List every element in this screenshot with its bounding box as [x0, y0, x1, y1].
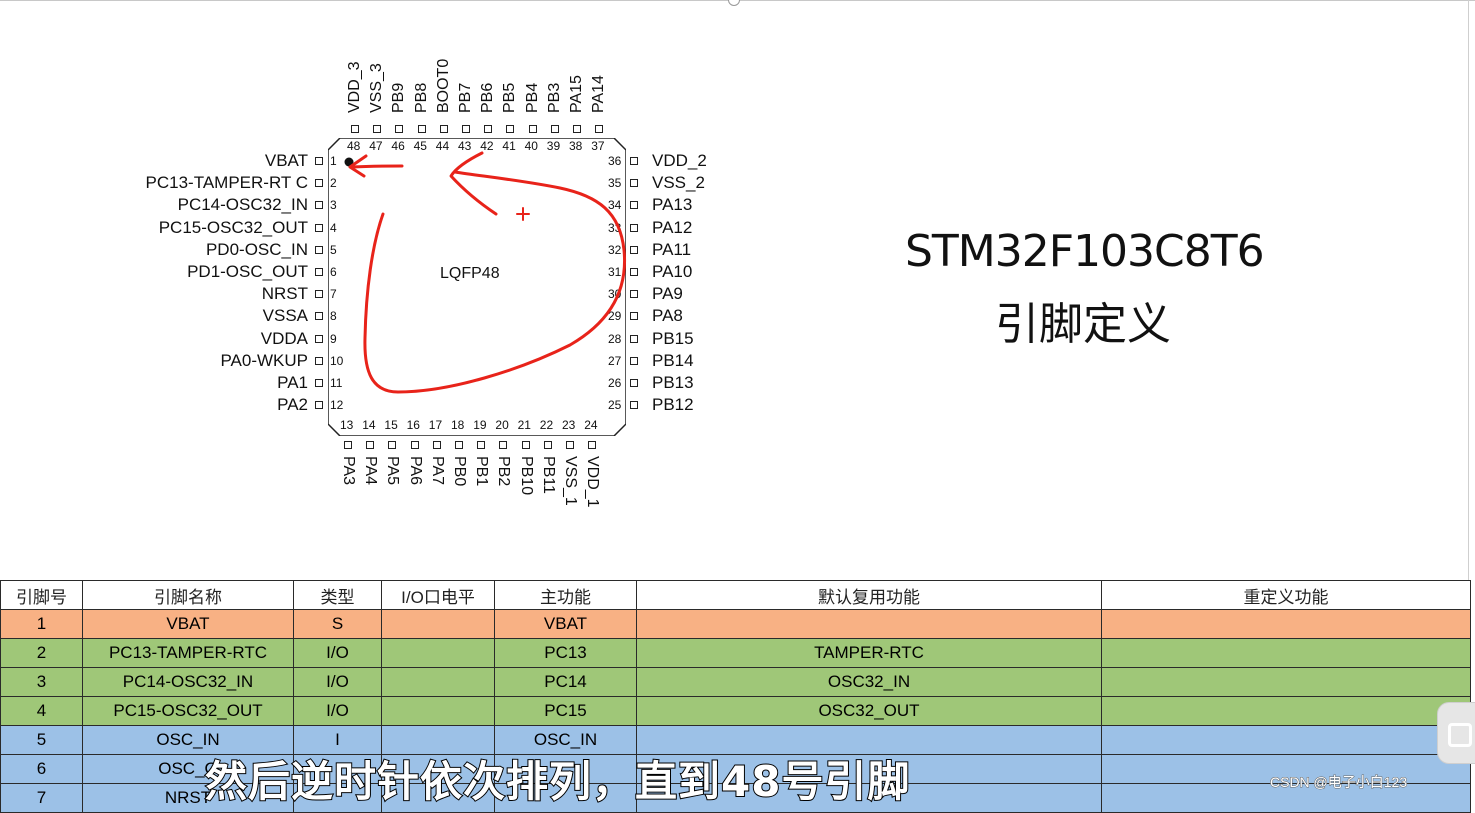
table-cell: 4 — [0, 696, 83, 726]
counterclockwise-loop — [363, 170, 627, 394]
table-cell: 3 — [0, 667, 83, 697]
table-header-cell: 引脚名称 — [82, 580, 294, 610]
table-cell: PC13-TAMPER-RTC — [82, 638, 294, 668]
table-cell: TAMPER-RTC — [636, 638, 1102, 668]
chip-subtitle: 引脚定义 — [995, 299, 1171, 350]
table-cell: 2 — [0, 638, 83, 668]
table-cell — [1101, 609, 1471, 639]
side-panel-toggle-button[interactable] — [1437, 702, 1475, 764]
table-cell — [381, 638, 495, 668]
table-cell — [381, 609, 495, 639]
table-cell: S — [293, 609, 382, 639]
table-cell — [1101, 667, 1471, 697]
table-header-cell: 重定义功能 — [1101, 580, 1471, 610]
table-cell: VBAT — [82, 609, 294, 639]
arrow-to-pin1 — [350, 164, 404, 169]
table-cell: PC14 — [494, 667, 637, 697]
table-header-cell: I/O口电平 — [381, 580, 495, 610]
table-row: 2 PC13-TAMPER-RTC I/O PC13 TAMPER-RTC — [0, 638, 1471, 668]
table-row: 1 VBAT S VBAT — [0, 609, 1471, 639]
chip-title: STM32F103C8T6 — [905, 226, 1265, 277]
table-cell: PC14-OSC32_IN — [82, 667, 294, 697]
table-header-row: 引脚号 引脚名称 类型 I/O口电平 主功能 默认复用功能 重定义功能 — [0, 580, 1471, 610]
table-cell: OSC32_OUT — [636, 696, 1102, 726]
slide-canvas: LQFP48 1 VBAT 2 PC13-TAMPER-RT C 3 PC14-OSC32… — [0, 0, 1475, 813]
table-header-cell: 默认复用功能 — [636, 580, 1102, 610]
table-cell — [1101, 725, 1471, 755]
table-header-cell: 引脚号 — [0, 580, 83, 610]
video-subtitle: 然后逆时针依次排列，直到48号引脚 — [204, 756, 911, 807]
table-cell: PC15 — [494, 696, 637, 726]
table-header-cell: 类型 — [293, 580, 382, 610]
table-row: 4 PC15-OSC32_OUT I/O PC15 OSC32_OUT — [0, 696, 1471, 726]
table-row: 3 PC14-OSC32_IN I/O PC14 OSC32_IN — [0, 667, 1471, 697]
table-cell: I/O — [293, 667, 382, 697]
table-cell: I/O — [293, 638, 382, 668]
table-cell — [1101, 696, 1471, 726]
table-header-cell: 主功能 — [494, 580, 637, 610]
table-cell: VBAT — [494, 609, 637, 639]
table-cell — [636, 609, 1102, 639]
table-cell: 7 — [0, 783, 83, 813]
table-cell — [381, 667, 495, 697]
table-cell: 1 — [0, 609, 83, 639]
table-cell: I/O — [293, 696, 382, 726]
table-cell: PC13 — [494, 638, 637, 668]
panel-icon — [1448, 723, 1472, 747]
loop-arrowhead — [449, 151, 498, 216]
table-cell — [1101, 638, 1471, 668]
table-cell — [381, 696, 495, 726]
cursor-cross — [516, 207, 530, 221]
table-cell: 5 — [0, 725, 83, 755]
table-cell: OSC32_IN — [636, 667, 1102, 697]
watermark: CSDN @电子小白123 — [1269, 774, 1408, 791]
table-cell: 6 — [0, 754, 83, 784]
table-cell: PC15-OSC32_OUT — [82, 696, 294, 726]
